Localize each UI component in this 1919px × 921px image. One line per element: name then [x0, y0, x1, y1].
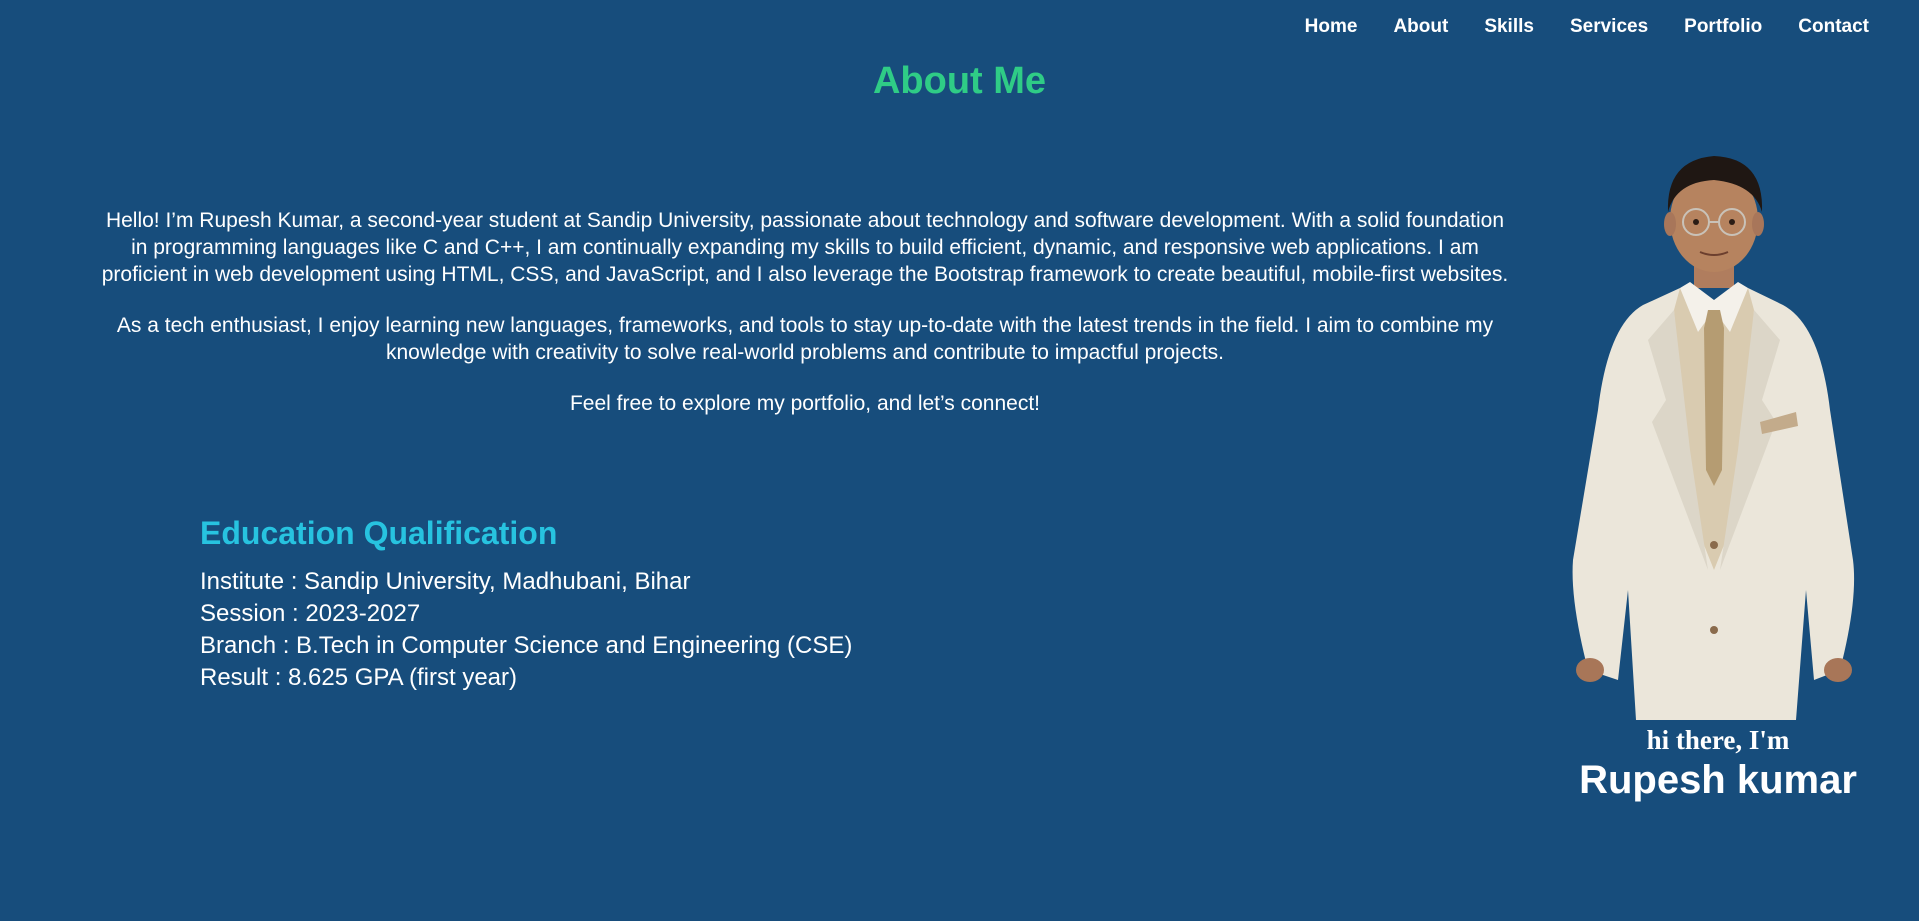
nav-item-skills: Skills — [1484, 16, 1534, 38]
nav-link-about[interactable]: About — [1393, 16, 1448, 37]
nav-item-home: Home — [1305, 16, 1358, 38]
education-title: Education Qualification — [200, 515, 558, 551]
education-branch: Branch : B.Tech in Computer Science and … — [200, 632, 853, 659]
main-nav: Home About Skills Services Portfolio Con… — [1305, 16, 1869, 38]
nav-item-services: Services — [1570, 16, 1648, 38]
intro-paragraph: As a tech enthusiast, I enjoy learning n… — [116, 314, 1494, 364]
intro-paragraph: Hello! I’m Rupesh Kumar, a second-year s… — [101, 209, 1509, 286]
nav-item-portfolio: Portfolio — [1684, 16, 1762, 38]
nav-link-contact[interactable]: Contact — [1798, 16, 1869, 37]
education-institute: Institute : Sandip University, Madhubani… — [200, 568, 691, 595]
nav-link-portfolio[interactable]: Portfolio — [1684, 16, 1762, 37]
nav-link-services[interactable]: Services — [1570, 16, 1648, 37]
education-section: Education Qualification Institute : Sand… — [200, 515, 1100, 694]
profile-name: Rupesh kumar — [1579, 758, 1857, 802]
education-result: Result : 8.625 GPA (first year) — [200, 664, 518, 691]
intro-paragraph: Feel free to explore my portfolio, and l… — [569, 392, 1041, 415]
nav-item-about: About — [1393, 16, 1448, 38]
nav-link-skills[interactable]: Skills — [1484, 16, 1534, 37]
person-portrait-icon — [1572, 156, 1855, 720]
profile-greeting: hi there, I'm — [1646, 725, 1790, 755]
nav-link-home[interactable]: Home — [1305, 16, 1358, 37]
nav-item-contact: Contact — [1798, 16, 1869, 38]
profile-photo — [1548, 150, 1878, 720]
about-title: About Me — [872, 60, 1047, 102]
education-session: Session : 2023-2027 — [200, 600, 421, 627]
about-intro: Hello! I’m Rupesh Kumar, a second-year s… — [95, 207, 1515, 441]
